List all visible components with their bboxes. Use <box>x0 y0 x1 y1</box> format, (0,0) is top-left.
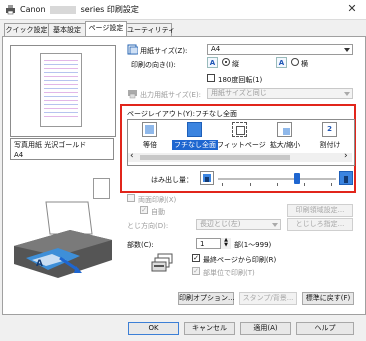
layout-scaled-label: 拡大/縮小 <box>269 141 301 149</box>
extension-label: はみ出し量： <box>151 176 193 184</box>
copies-label: 部数(C): <box>127 241 154 249</box>
specify-margin-button[interactable]: とじしろ指定... <box>287 218 353 231</box>
copies-spinner[interactable]: ▲ ▼ <box>220 238 231 249</box>
layout-fit-page-label: フィットページ <box>217 141 266 149</box>
copies-value: 1 <box>200 240 205 248</box>
tab-page-setup[interactable]: ページ設定 <box>85 21 127 37</box>
slider-tick <box>304 183 305 186</box>
page-size-icon <box>127 44 138 55</box>
portrait-radio[interactable] <box>222 58 230 66</box>
print-options-button[interactable]: 印刷オプション... <box>178 292 235 305</box>
orientation-label: 印刷の向き(I): <box>131 61 176 69</box>
defaults-button[interactable]: 標準に戻す(F) <box>302 292 354 305</box>
last-page-first-label: 最終ページから印刷(R) <box>203 256 277 264</box>
svg-text:A: A <box>36 259 43 269</box>
duplex-checkbox[interactable] <box>127 194 135 202</box>
slider-tick <box>222 183 223 186</box>
landscape-label: 横 <box>301 60 308 68</box>
slider-tick <box>277 183 278 186</box>
copies-range-label: 部(1～999) <box>234 241 272 249</box>
title-bar: Canon series 印刷設定 ✕ <box>0 0 366 20</box>
title-brand: Canon <box>20 5 46 14</box>
layout-item-page-layout[interactable]: 2 割付け <box>313 121 347 151</box>
slider-tick <box>250 183 251 186</box>
landscape-radio[interactable] <box>291 58 299 66</box>
portrait-label: 縦 <box>232 60 239 68</box>
binding-side-value: 長辺とじ(左) <box>200 220 241 228</box>
rotate-180-label: 180度回転(1) <box>218 76 263 84</box>
ok-button[interactable]: OK <box>128 322 179 335</box>
stamp-background-button[interactable]: スタンプ/背景... <box>239 292 297 305</box>
collate-label: 部単位で印刷(T) <box>203 269 255 277</box>
chevron-down-icon <box>344 48 350 52</box>
binding-side-label: とじ方向(D): <box>127 222 169 230</box>
chevron-down-icon <box>344 92 350 96</box>
tab-main[interactable]: 基本設定 <box>48 23 86 37</box>
layout-page-layout-icon: 2 <box>322 122 337 137</box>
output-size-value: 用紙サイズと同じ <box>211 89 267 97</box>
window-title: Canon series 印刷設定 <box>20 4 139 15</box>
cancel-button[interactable]: キャンセル <box>184 322 235 335</box>
printer-app-icon <box>6 5 15 15</box>
close-icon: ✕ <box>347 2 357 15</box>
duplex-label: 両面印刷(X) <box>138 196 177 204</box>
page-size-value: A4 <box>211 45 221 53</box>
scroll-left-icon[interactable]: ‹ <box>130 152 134 161</box>
layout-normal-label: 等倍 <box>143 141 157 149</box>
collate-checkbox[interactable]: ✓ <box>192 267 200 275</box>
media-info: 写真用紙 光沢ゴールド A4 <box>10 138 114 160</box>
extension-slider-track[interactable] <box>218 178 336 180</box>
output-size-select[interactable]: 用紙サイズと同じ <box>207 88 353 99</box>
extension-min-icon <box>200 171 214 185</box>
layout-item-normal[interactable]: 等倍 <box>133 121 167 151</box>
landscape-icon: A <box>276 57 287 68</box>
title-text: series 印刷設定 <box>80 5 139 14</box>
tab-quick-setup[interactable]: クイック設定 <box>4 23 49 37</box>
portrait-icon: A <box>207 57 218 68</box>
layout-scaled-icon <box>277 122 292 137</box>
page-size-select[interactable]: A4 <box>207 44 353 55</box>
scroll-right-icon[interactable]: › <box>344 152 348 161</box>
chevron-down-icon <box>272 223 278 227</box>
extension-max-icon <box>339 171 353 185</box>
layout-normal-icon <box>142 122 157 137</box>
layout-item-scaled[interactable]: 拡大/縮小 <box>268 121 302 151</box>
scrollbar-thumb[interactable] <box>140 155 290 160</box>
output-size-icon <box>128 90 137 99</box>
layout-page-layout-label: 割付け <box>319 141 341 149</box>
page-layout-label: ページレイアウト(Y):フチなし全面 <box>127 110 237 118</box>
output-size-label: 出力用紙サイズ(E): <box>140 91 202 99</box>
duplex-auto-label: 自動 <box>151 208 165 216</box>
help-button[interactable]: ヘルプ <box>296 322 354 335</box>
print-area-button[interactable]: 印刷領域設定... <box>287 204 353 217</box>
binding-side-select[interactable]: 長辺とじ(左) <box>196 219 281 230</box>
layout-borderless-icon <box>187 122 202 137</box>
page-size-label: 用紙サイズ(Z): <box>140 47 188 55</box>
extension-slider-thumb[interactable] <box>294 173 301 184</box>
title-redacted-model <box>50 5 77 14</box>
tab-utility[interactable]: ユーティリティ <box>126 23 175 37</box>
layout-borderless-label: フチなし全面 <box>172 140 218 150</box>
slider-tick <box>331 183 332 186</box>
duplex-auto-checkbox[interactable]: ✓ <box>140 206 148 214</box>
media-type-label: 写真用紙 光沢ゴールド <box>14 141 87 149</box>
close-button[interactable]: ✕ <box>344 2 360 16</box>
copies-order-icon <box>151 253 173 272</box>
preview-paper <box>40 53 82 127</box>
paper-orientation-icon <box>93 178 110 199</box>
last-page-first-checkbox[interactable]: ✓ <box>192 254 200 262</box>
printer-illustration-icon: A <box>14 201 112 278</box>
rotate-180-checkbox[interactable] <box>207 74 215 82</box>
apply-button[interactable]: 適用(A) <box>240 322 291 335</box>
layout-item-fit-page[interactable]: フィットページ <box>217 121 266 151</box>
layout-item-borderless[interactable]: フチなし全面 <box>172 121 218 151</box>
layout-fit-page-icon <box>232 122 247 137</box>
page-layout-scrollbar[interactable]: ‹ › <box>128 152 352 162</box>
media-size-label: A4 <box>14 151 24 159</box>
